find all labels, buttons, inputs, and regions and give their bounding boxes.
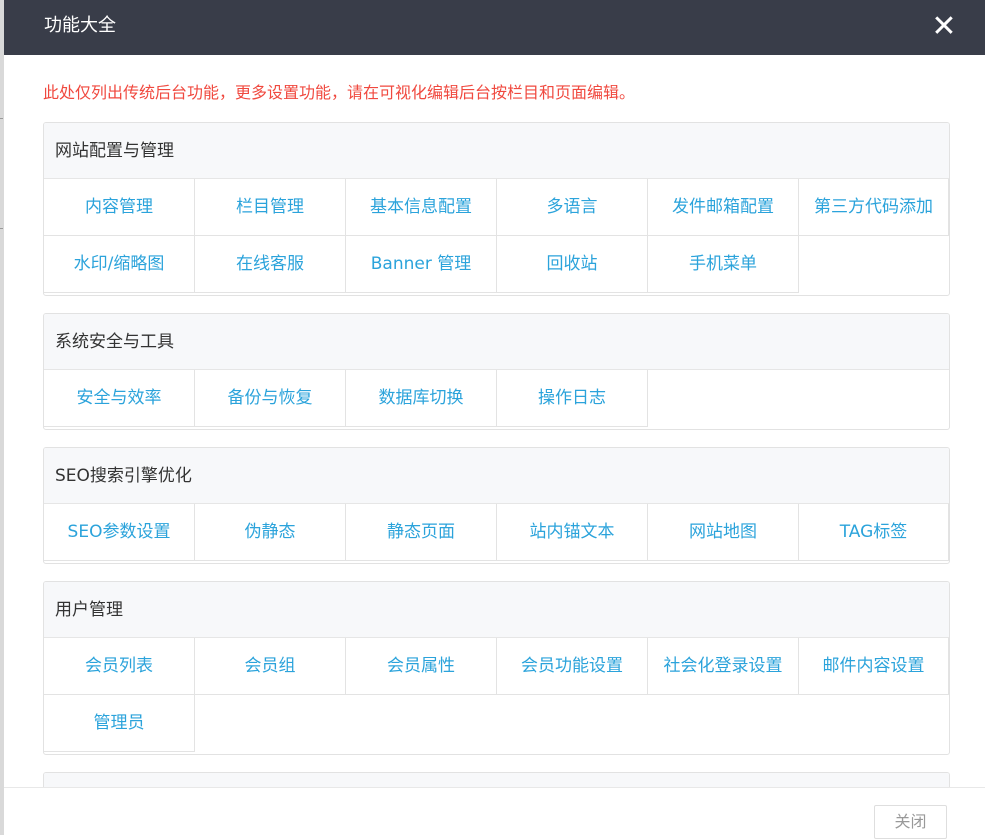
feature-link[interactable]: 邮件内容设置: [799, 638, 949, 695]
dialog-footer: 关闭: [4, 787, 985, 839]
panel-security-tools: 系统安全与工具 安全与效率 备份与恢复 数据库切换 操作日志: [43, 313, 950, 430]
feature-link[interactable]: 安全与效率: [44, 370, 195, 427]
feature-link[interactable]: Banner 管理: [346, 236, 497, 293]
feature-link[interactable]: SEO参数设置: [44, 504, 195, 561]
dialog-titlebar: 功能大全 ✕: [4, 0, 985, 55]
feature-link[interactable]: 在线客服: [195, 236, 346, 293]
feature-link[interactable]: 手机菜单: [648, 236, 799, 293]
feature-dialog: 功能大全 ✕ 此处仅列出传统后台功能，更多设置功能，请在可视化编辑后台按栏目和页…: [4, 0, 985, 839]
feature-link[interactable]: 栏目管理: [195, 179, 346, 236]
panel-user-management: 用户管理 会员列表 会员组 会员属性 会员功能设置 社会化登录设置 邮件内容设置…: [43, 581, 950, 755]
panel-title: SEO搜索引擎优化: [44, 448, 949, 504]
feature-link[interactable]: 水印/缩略图: [44, 236, 195, 293]
feature-link[interactable]: 操作日志: [497, 370, 648, 427]
feature-link[interactable]: 管理员: [44, 695, 195, 752]
feature-link[interactable]: 会员组: [195, 638, 346, 695]
dialog-title: 功能大全: [44, 15, 116, 36]
notice-text: 此处仅列出传统后台功能，更多设置功能，请在可视化编辑后台按栏目和页面编辑。: [43, 83, 636, 102]
panel-title: 用户管理: [44, 582, 949, 638]
backdrop-mark: [0, 118, 3, 119]
feature-link[interactable]: 会员列表: [44, 638, 195, 695]
feature-link[interactable]: 社会化登录设置: [648, 638, 799, 695]
feature-link[interactable]: 内容管理: [44, 179, 195, 236]
feature-link[interactable]: 第三方代码添加: [799, 179, 949, 236]
dialog-content: 此处仅列出传统后台功能，更多设置功能，请在可视化编辑后台按栏目和页面编辑。 网站…: [4, 55, 985, 787]
backdrop-mark: [0, 228, 3, 229]
close-button[interactable]: 关闭: [874, 805, 947, 839]
feature-link[interactable]: 站内锚文本: [497, 504, 648, 561]
feature-link[interactable]: TAG标签: [799, 504, 949, 561]
panel-site-config: 网站配置与管理 内容管理 栏目管理 基本信息配置 多语言 发件邮箱配置 第三方代…: [43, 122, 950, 296]
feature-link[interactable]: 伪静态: [195, 504, 346, 561]
feature-link[interactable]: 发件邮箱配置: [648, 179, 799, 236]
panel-next-partial: [43, 772, 950, 787]
feature-link[interactable]: 多语言: [497, 179, 648, 236]
panel-title: [44, 773, 949, 787]
feature-link[interactable]: 数据库切换: [346, 370, 497, 427]
feature-link[interactable]: 备份与恢复: [195, 370, 346, 427]
close-icon[interactable]: ✕: [929, 12, 959, 42]
panel-title: 系统安全与工具: [44, 314, 949, 370]
feature-link[interactable]: 静态页面: [346, 504, 497, 561]
feature-link[interactable]: 回收站: [497, 236, 648, 293]
feature-link[interactable]: 网站地图: [648, 504, 799, 561]
feature-link[interactable]: 会员属性: [346, 638, 497, 695]
feature-link[interactable]: 会员功能设置: [497, 638, 648, 695]
feature-link[interactable]: 基本信息配置: [346, 179, 497, 236]
panel-title: 网站配置与管理: [44, 123, 949, 179]
panel-seo: SEO搜索引擎优化 SEO参数设置 伪静态 静态页面 站内锚文本 网站地图 TA…: [43, 447, 950, 564]
